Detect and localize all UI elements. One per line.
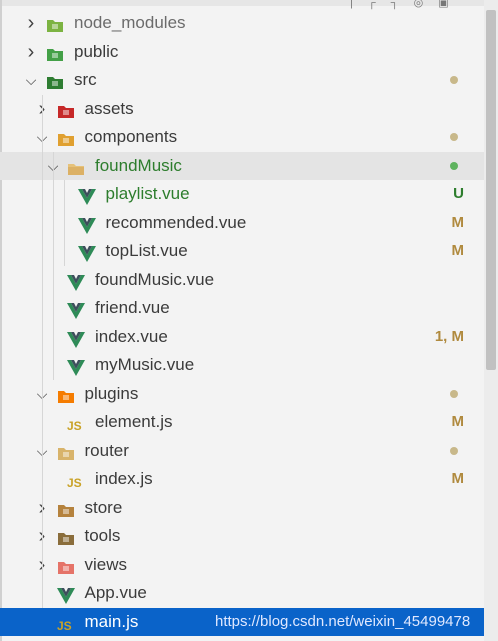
git-modified-dot xyxy=(450,446,458,455)
tree-item-label: plugins xyxy=(84,383,139,403)
public-folder-icon xyxy=(46,44,64,61)
tree-item-label: components xyxy=(84,127,178,146)
tree-item-assets[interactable]: ›assets xyxy=(0,95,484,123)
js-icon: JS xyxy=(57,614,75,633)
vue-icon xyxy=(77,215,96,234)
tree-item-src[interactable]: ⌵ src xyxy=(0,66,484,94)
node-folder-icon xyxy=(46,15,64,32)
tree-item-label: myMusic.vue xyxy=(95,355,195,374)
assets-folder-icon xyxy=(57,101,75,118)
tree-item-public[interactable]: › public xyxy=(0,38,484,66)
tree-item-label: store xyxy=(84,497,123,517)
tree-item-label: assets xyxy=(84,98,134,118)
tools-folder-icon xyxy=(57,528,75,545)
git-status-badge: M xyxy=(451,413,465,430)
vue-icon xyxy=(67,300,85,319)
tree-item-node-modules[interactable]: › node_modules xyxy=(0,9,484,37)
tree-item-label: element.js xyxy=(95,412,173,431)
indent-guide xyxy=(53,151,54,380)
plugins-folder-icon xyxy=(57,386,75,403)
svg-text:JS: JS xyxy=(57,619,72,633)
tree-item-label: tools xyxy=(84,526,121,545)
tree-item-label: index.js xyxy=(95,469,153,488)
tree-item-label: main.js xyxy=(84,611,139,631)
tree-item-foundmusic[interactable]: ⌵foundMusic xyxy=(0,151,484,180)
tree-item-views[interactable]: ›views xyxy=(0,551,484,579)
tree-item-main-js[interactable]: JS main.js https://blog.csdn.net/weixin_45… xyxy=(0,607,484,636)
tree-item-toplist-vue[interactable]: topList.vue M xyxy=(0,237,484,265)
vue-icon xyxy=(77,243,96,262)
chevron-right-icon[interactable]: › xyxy=(24,38,38,66)
indent-guide xyxy=(64,180,65,266)
tree-item-tools[interactable]: ›tools xyxy=(0,522,484,550)
git-status-badge: M xyxy=(451,470,465,487)
components-folder-icon xyxy=(57,129,75,146)
js-icon: JS xyxy=(67,471,85,490)
vue-icon xyxy=(56,585,75,604)
git-status-badge: M xyxy=(451,242,465,259)
tree-item-label: foundMusic xyxy=(95,155,182,175)
tree-item-label: playlist.vue xyxy=(105,184,190,203)
tree-item-app-vue[interactable]: App.vue xyxy=(0,579,484,607)
tree-item-label: node_modules xyxy=(74,13,186,32)
chevron-right-icon[interactable]: › xyxy=(24,9,38,37)
tree-item-plugins[interactable]: ⌵plugins xyxy=(0,380,484,408)
watermark-text: https://blog.csdn.net/weixin_45499478 xyxy=(215,612,471,630)
vue-icon xyxy=(67,357,85,376)
tree-item-label: src xyxy=(74,70,97,89)
git-status-badge: M xyxy=(451,213,465,231)
tree-item-label: public xyxy=(74,41,119,61)
store-folder-icon xyxy=(57,500,75,517)
tree-item-components[interactable]: ⌵components xyxy=(0,123,484,151)
tree-item-label: views xyxy=(84,554,128,574)
tree-item-element-js[interactable]: JS element.js M xyxy=(0,408,484,436)
tree-item-label: App.vue xyxy=(84,583,147,602)
views-folder-icon xyxy=(57,557,75,574)
tree-item-label: friend.vue xyxy=(95,298,170,317)
indent-guide xyxy=(42,94,43,608)
js-icon: JS xyxy=(67,414,85,433)
folder-open-icon xyxy=(67,158,85,175)
tree-item-friend-vue[interactable]: friend.vue xyxy=(0,294,484,322)
tree-item-foundmusic-vue[interactable]: foundMusic.vue xyxy=(0,266,484,294)
tree-item-label: router xyxy=(84,440,129,460)
tree-item-label: recommended.vue xyxy=(105,212,247,232)
src-folder-icon xyxy=(46,72,64,89)
vue-icon xyxy=(67,272,85,291)
tree-item-router[interactable]: ⌵router xyxy=(0,437,484,465)
scrollbar-thumb[interactable] xyxy=(486,10,496,370)
svg-text:JS: JS xyxy=(67,476,82,490)
chevron-down-icon[interactable]: ⌵ xyxy=(24,66,38,94)
git-modified-dot xyxy=(450,133,458,141)
tree-item-label: foundMusic.vue xyxy=(95,269,215,289)
tree-item-mymusic-vue[interactable]: myMusic.vue xyxy=(0,351,484,379)
git-modified-dot xyxy=(450,76,458,84)
router-folder-icon xyxy=(57,443,75,460)
git-modified-dot xyxy=(450,161,458,170)
file-explorer-tree: › node_modules › public ⌵ src ›assets⌵componen… xyxy=(0,6,484,641)
tree-item-playlist-vue[interactable]: playlist.vue U xyxy=(0,180,484,208)
tree-item-store[interactable]: ›store xyxy=(0,494,484,522)
git-status-badge: 1, M xyxy=(434,327,464,345)
git-status-badge: U xyxy=(453,185,464,202)
tree-item-index-js[interactable]: JS index.js M xyxy=(0,465,484,493)
tree-item-label: topList.vue xyxy=(105,241,188,260)
vue-icon xyxy=(67,329,85,348)
svg-text:JS: JS xyxy=(67,419,82,433)
git-modified-dot xyxy=(450,389,458,398)
vue-icon xyxy=(77,186,96,205)
tree-item-recommended-vue[interactable]: recommended.vue M xyxy=(0,209,484,237)
tree-item-index-vue[interactable]: index.vue 1, M xyxy=(0,323,484,351)
tree-item-label: index.vue xyxy=(95,326,168,346)
